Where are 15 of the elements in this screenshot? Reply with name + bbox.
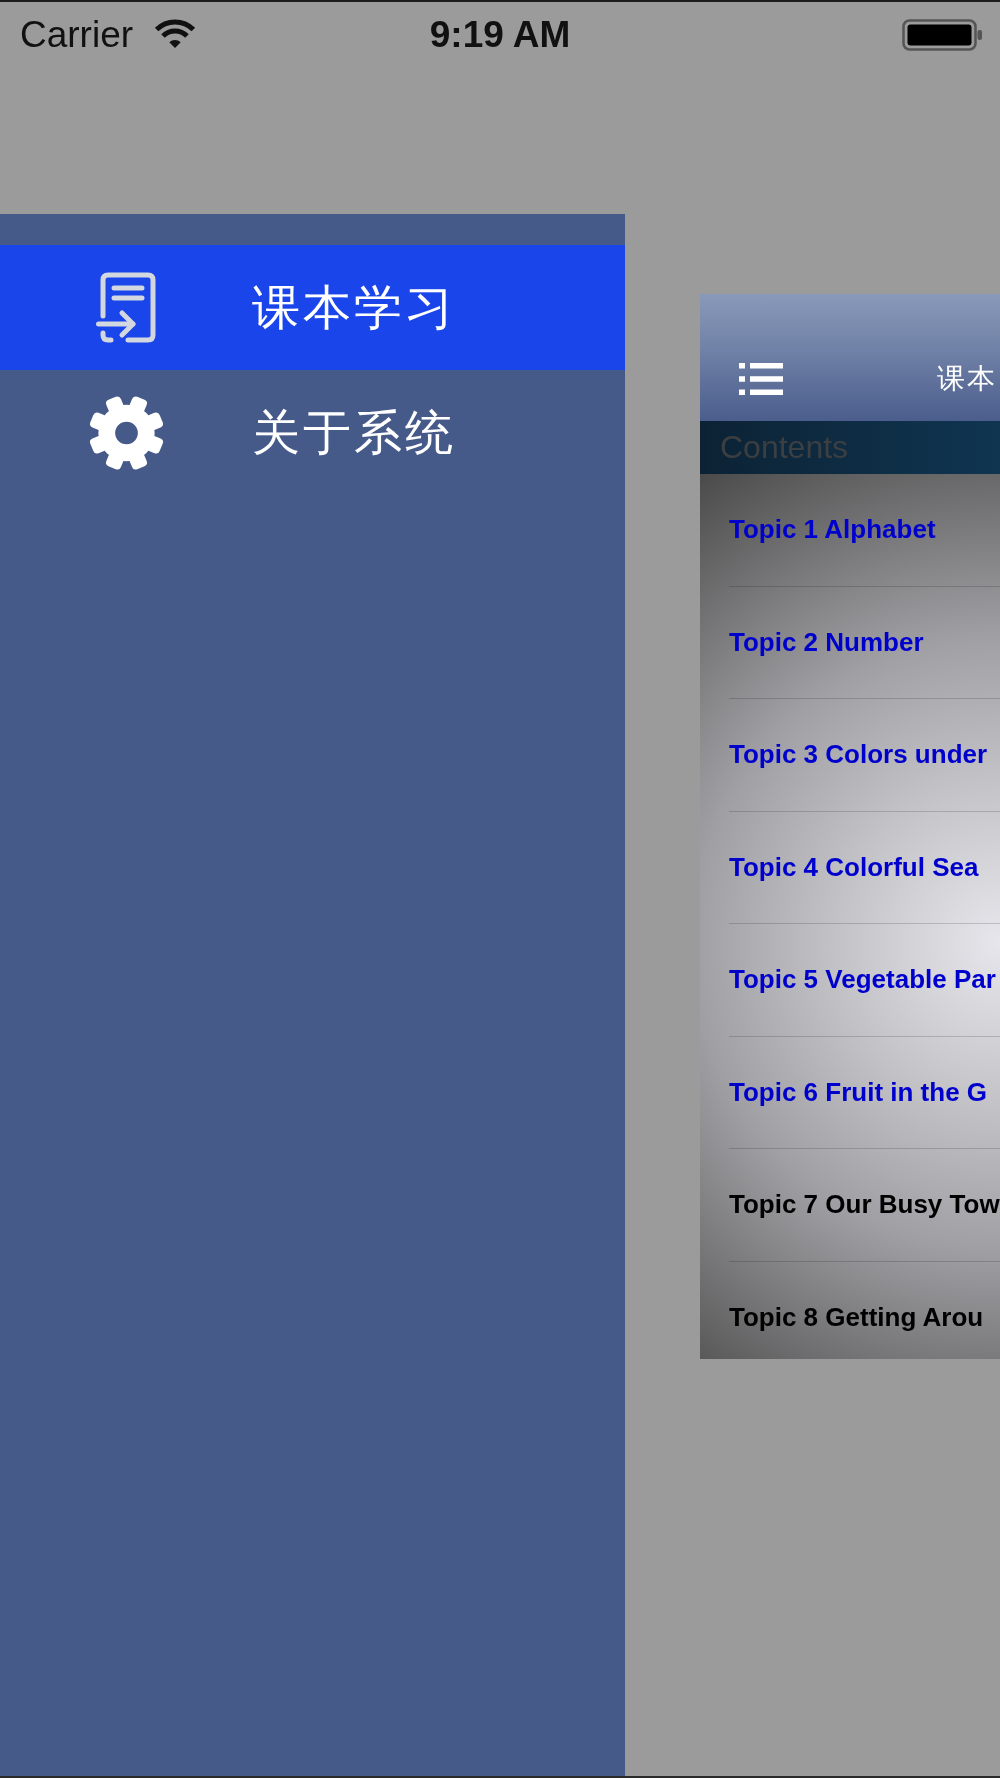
topic-item[interactable]: Topic 7 Our Busy Tow [729, 1149, 1000, 1262]
battery-icon [902, 19, 982, 51]
header-title: 课本 [937, 361, 997, 396]
carrier-label: Carrier [20, 13, 134, 57]
topic-item[interactable]: Topic 4 Colorful Sea [729, 811, 1000, 924]
topic-item[interactable]: Topic 5 Vegetable Par [729, 924, 1000, 1037]
menu-icon[interactable] [739, 362, 783, 395]
time-label: 9:19 AM [429, 13, 571, 57]
topic-item[interactable]: Topic 8 Getting Arou [729, 1261, 1000, 1359]
sidebar-menu-item[interactable]: 关于系统 [0, 370, 625, 495]
topic-item[interactable]: Topic 3 Colors under [729, 699, 1000, 812]
wifi-icon [154, 19, 197, 49]
sidebar-menu-item[interactable]: 课本学习 [0, 245, 625, 370]
topic-item[interactable]: Topic 6 Fruit in the G [729, 1036, 1000, 1149]
topic-item[interactable]: Topic 2 Number [729, 586, 1000, 699]
